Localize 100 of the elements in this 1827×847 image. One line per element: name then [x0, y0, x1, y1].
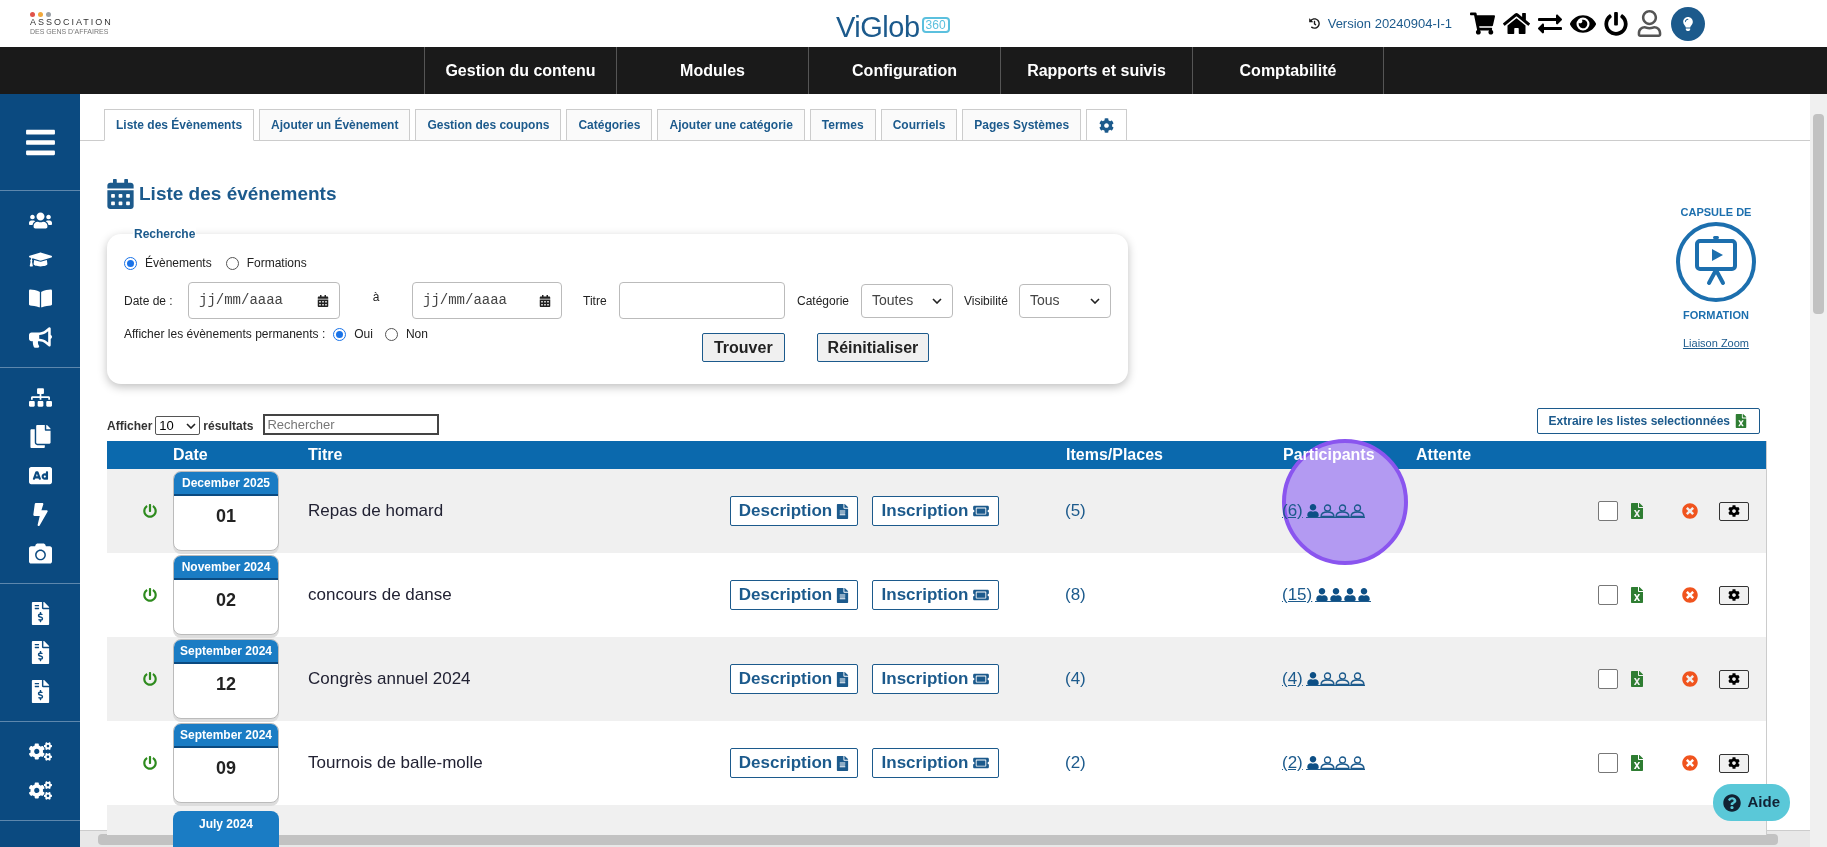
date-month: November 2024 — [174, 556, 278, 580]
excel-icon[interactable] — [1629, 503, 1645, 519]
date-day: 12 — [174, 664, 278, 718]
settings-button[interactable] — [1719, 669, 1749, 689]
tab[interactable]: Gestion des coupons — [415, 109, 562, 141]
find-button[interactable]: Trouver — [701, 333, 785, 362]
participants-link[interactable]: (4) — [1282, 666, 1365, 692]
users-icon[interactable] — [28, 209, 52, 232]
inscription-button[interactable]: Inscription — [872, 580, 999, 610]
extract-button[interactable]: Extraire les listes selectionnées — [1536, 408, 1760, 434]
document-icon — [836, 671, 850, 687]
gears-icon[interactable] — [28, 779, 52, 802]
excel-icon[interactable] — [1629, 587, 1645, 603]
ticket-icon — [973, 504, 990, 518]
calendar-icon — [107, 179, 134, 209]
calendar-icon[interactable] — [317, 294, 329, 307]
gears-icon[interactable] — [28, 740, 52, 763]
date-field[interactable]: jj/mm/aaaa — [188, 282, 340, 319]
tab[interactable]: Ajouter un Évènement — [259, 109, 411, 141]
items-count: (2) — [1065, 752, 1087, 775]
description-button[interactable]: Description — [730, 664, 858, 694]
ticket-icon — [973, 588, 990, 602]
brand-badge: 360 — [921, 16, 950, 33]
excel-icon — [1734, 414, 1748, 428]
excel-icon[interactable] — [1629, 755, 1645, 771]
zoom-link[interactable]: Liaison Zoom — [1682, 335, 1749, 352]
tab[interactable]: Ajouter une catégorie — [657, 109, 805, 141]
column-header: Titre — [308, 445, 344, 465]
select-checkbox[interactable] — [1598, 585, 1618, 605]
nav-menu-item[interactable]: Gestion du contenu — [424, 47, 616, 94]
delete-icon[interactable] — [1682, 587, 1698, 603]
event-title: Repas de homard — [308, 500, 445, 523]
radio-label: Formations — [246, 255, 307, 272]
excel-icon[interactable] — [1629, 671, 1645, 687]
inscription-button[interactable]: Inscription — [872, 496, 999, 526]
field-label: Date de : — [124, 292, 174, 310]
participants-link[interactable]: (2) — [1282, 750, 1365, 776]
delete-icon[interactable] — [1682, 755, 1698, 771]
copy-icon[interactable] — [28, 425, 52, 448]
filter-field[interactable]: Rechercher — [263, 414, 440, 435]
version-text: Version 20240904-I-1 — [1327, 14, 1452, 33]
reset-button[interactable]: Réinitialiser — [816, 333, 930, 362]
description-button[interactable]: Description — [730, 496, 858, 526]
vertical-scrollbar[interactable] — [1810, 94, 1827, 847]
inscription-button[interactable]: Inscription — [872, 748, 999, 778]
logo-title: ASSOCIATION — [30, 18, 114, 27]
book-icon[interactable] — [28, 287, 52, 310]
items-count: (4) — [1065, 668, 1087, 691]
column-header: Items/Places — [1066, 445, 1164, 465]
category-select[interactable]: Toutes — [861, 283, 953, 318]
cart-icon[interactable] — [1470, 11, 1495, 36]
nav-menu-item[interactable]: Comptabilité — [1192, 47, 1384, 94]
help-button[interactable]: Aide — [1713, 784, 1790, 821]
description-button[interactable]: Description — [730, 748, 858, 778]
participants-link[interactable]: (15) — [1282, 582, 1372, 608]
inscription-button[interactable]: Inscription — [872, 664, 999, 694]
event-title: Tournois de balle-molle — [308, 752, 484, 775]
home-icon[interactable] — [1503, 10, 1530, 37]
tab[interactable]: Liste des Évènements — [104, 109, 255, 141]
date-month: September 2024 — [174, 724, 278, 748]
date-day: 09 — [174, 748, 278, 802]
field-label: à — [371, 289, 381, 306]
date-month: September 2024 — [174, 640, 278, 664]
page-size-select[interactable]: 10 — [155, 416, 201, 435]
ad-icon[interactable] — [28, 464, 52, 487]
power-icon[interactable] — [1604, 11, 1628, 36]
page-title: Liste des événements — [139, 181, 337, 206]
settings-button[interactable] — [1719, 585, 1749, 605]
date-day: 01 — [174, 496, 278, 550]
date-field[interactable]: jj/mm/aaaa — [412, 282, 562, 319]
camera-icon[interactable] — [28, 542, 52, 565]
select-checkbox[interactable] — [1598, 669, 1618, 689]
nav-menu-item[interactable]: Modules — [616, 47, 808, 94]
delete-icon[interactable] — [1682, 503, 1698, 519]
calendar-icon[interactable] — [539, 294, 551, 307]
megaphone-icon[interactable] — [28, 326, 52, 349]
avatar-icon[interactable] — [1671, 6, 1705, 41]
document-icon — [836, 503, 850, 519]
document-icon — [836, 587, 850, 603]
title-field[interactable] — [619, 282, 785, 319]
field-label: Afficher les évènements permanents : — [124, 326, 326, 343]
sitemap-icon[interactable] — [28, 386, 52, 409]
select-checkbox[interactable] — [1598, 753, 1618, 773]
nav-menu-item[interactable]: Rapports et suivis — [1000, 47, 1192, 94]
description-button[interactable]: Description — [730, 580, 858, 610]
tab[interactable]: Pages Systèmes — [962, 109, 1082, 141]
tab[interactable]: Termes — [809, 109, 876, 141]
settings-button[interactable] — [1719, 753, 1749, 773]
tab[interactable]: Catégories — [566, 109, 653, 141]
tab[interactable]: Courriels — [880, 109, 958, 141]
settings-tab[interactable] — [1086, 109, 1128, 141]
delete-icon[interactable] — [1682, 671, 1698, 687]
settings-button[interactable] — [1719, 501, 1749, 521]
column-header: Date — [173, 445, 209, 465]
user-icon[interactable] — [1636, 10, 1663, 37]
presentation-board-icon — [1675, 220, 1757, 303]
visibility-select[interactable]: Tous — [1019, 283, 1111, 318]
event-title: Congrès annuel 2024 — [308, 668, 472, 691]
select-checkbox[interactable] — [1598, 501, 1618, 521]
nav-menu-item[interactable]: Configuration — [808, 47, 1000, 94]
